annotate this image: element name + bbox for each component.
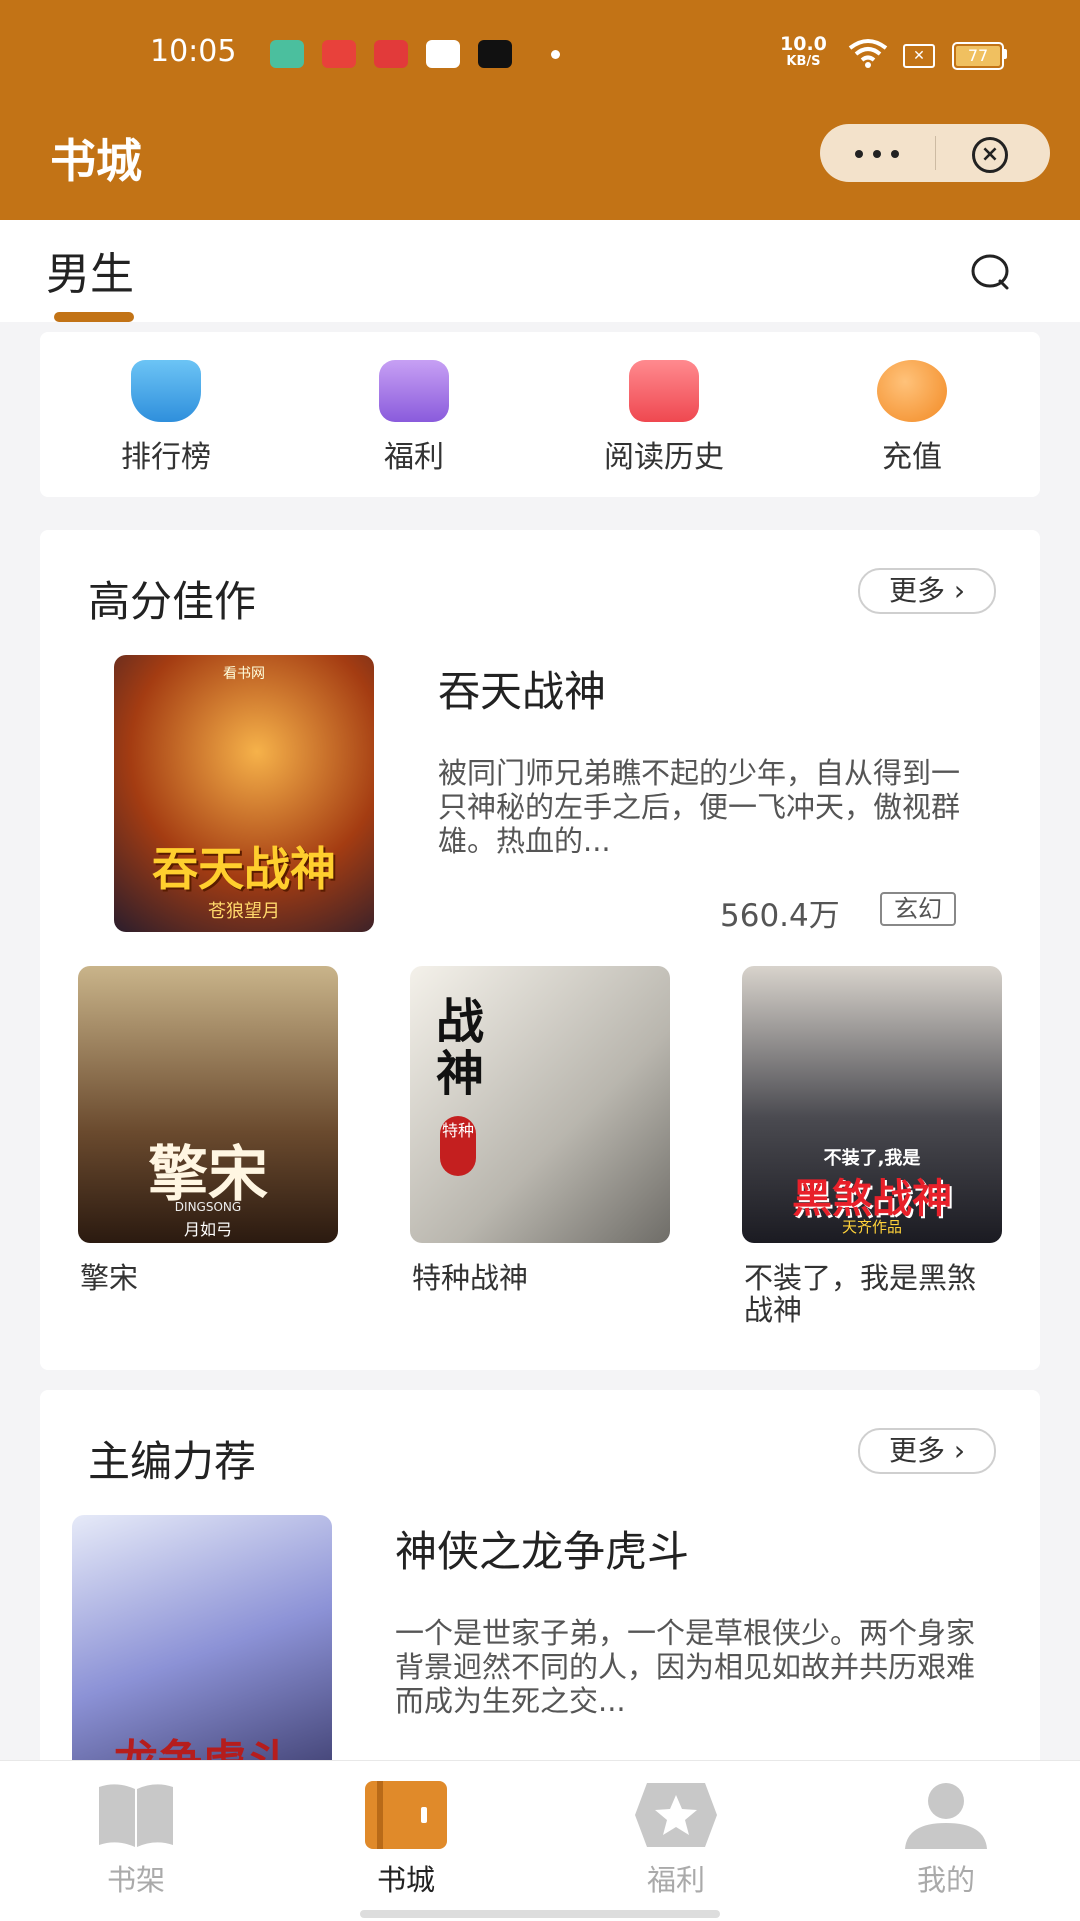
section-editor-picks: 主编力荐 更多 › 龙争虎斗 神侠之龙争虎斗 一个是世家子弟，一个是草根侠少。两… [40,1390,1040,1790]
quick-entry-panel: 排行榜 福利 阅读历史 充值 [40,332,1040,497]
battery-icon: 77 [952,42,1004,70]
book-cover[interactable]: 龙争虎斗 [72,1515,332,1790]
tab-active-indicator [54,312,134,322]
book-title[interactable]: 擎宋 [80,1262,340,1294]
quick-entry-history[interactable]: 阅读历史 [564,360,764,476]
more-notifications-dot [551,50,560,59]
section-high-score: 高分佳作 更多 › 看书网 吞天战神 苍狼望月 吞天战神 被同门师兄弟瞧不起的少… [40,530,1040,1370]
quick-entry-label: 排行榜 [121,440,211,475]
history-bag-icon [629,360,699,422]
cover-subtitle: DINGSONG [174,1200,242,1214]
nav-label: 书架 [106,1863,165,1897]
section-title: 高分佳作 [88,577,257,626]
book-tag: 玄幻 [880,892,956,926]
book-description: 一个是世家子弟，一个是草根侠少。两个身家背景迥然不同的人，因为相见如故并共历艰难… [395,1616,976,1718]
no-sim-icon: ✕ [903,44,935,68]
more-button-label: 更多 [888,574,945,607]
book-cover[interactable]: 不装了,我是 黑煞战神 天齐作品 [742,966,1002,1243]
status-time: 10:05 [150,34,237,69]
network-speed-unit: KB/S [786,54,821,69]
quick-entry-label: 充值 [882,440,942,475]
book-title[interactable]: 吞天战神 [438,658,606,719]
nav-label: 福利 [646,1863,705,1897]
nav-profile[interactable]: 我的 [846,1779,1046,1899]
network-speed: 10.0 KB/S [780,33,827,70]
nav-welfare[interactable]: 福利 [576,1779,776,1899]
more-dots-icon[interactable] [820,124,935,182]
cover-title: 战神 [436,994,485,1102]
trophy-icon [131,360,201,422]
wifi-icon [848,39,888,68]
home-indicator[interactable] [360,1910,720,1918]
book-description: 被同门师兄弟瞧不起的少年，自从得到一只神秘的左手之后，便一飞冲天，傲视群雄。热血… [438,756,961,858]
cover-author: 苍狼望月 [208,901,280,922]
cover-author: 月如弓 [183,1220,232,1239]
page-title: 书城 [50,134,142,188]
bottom-navigation: 书架 书城 福利 我的 [0,1760,1080,1921]
quick-entry-ranking[interactable]: 排行榜 [66,360,266,476]
tab-male[interactable]: 男生 [46,238,134,302]
mini-program-capsule: × [820,124,1050,182]
cover-title: 吞天战神 [152,842,336,896]
tiktok-notification-icon [478,40,512,68]
more-button[interactable]: 更多 › [858,1428,996,1474]
cover-subtitle: 特种 [440,1116,476,1176]
close-circle-icon[interactable]: × [972,137,1008,173]
welfare-star-icon [635,1783,717,1847]
book-cover[interactable]: 战神 特种 [410,966,670,1243]
book-read-count: 560.4万 [720,898,840,934]
more-button[interactable]: 更多 › [858,568,996,614]
bookshelf-icon [99,1784,173,1847]
book-title[interactable]: 神侠之龙争虎斗 [395,1518,689,1579]
book-cover[interactable]: 擎宋 DINGSONG 月如弓 [78,966,338,1243]
nav-bookshelf[interactable]: 书架 [36,1779,236,1899]
app-notification-icon [374,40,408,68]
cover-publisher: 看书网 [223,666,265,682]
quick-entry-label: 福利 [384,440,444,475]
quick-entry-label: 阅读历史 [604,440,724,475]
nav-bookstore[interactable]: 书城 [306,1779,506,1899]
bookstore-icon [365,1781,447,1849]
more-button-label: 更多 [888,1434,945,1467]
quick-entry-welfare[interactable]: 福利 [314,360,514,476]
battery-level: 77 [967,46,989,65]
coin-icon [877,360,947,422]
book-title[interactable]: 不装了，我是黑煞战神 [744,1262,1004,1326]
category-tab-bar: 男生 [0,220,1080,322]
gift-icon [379,360,449,422]
book-cover[interactable]: 看书网 吞天战神 苍狼望月 [114,655,374,932]
status-bar: 10:05 10.0 KB/S ✕ 77 [0,0,1080,110]
network-speed-value: 10.0 [780,33,827,55]
quick-entry-recharge[interactable]: 充值 [812,360,1012,476]
section-title: 主编力荐 [88,1437,257,1486]
top-bar: 10:05 10.0 KB/S ✕ 77 书城 × [0,0,1080,220]
book-title[interactable]: 特种战神 [412,1262,672,1294]
app-notification-icon [426,40,460,68]
download-notification-icon [270,40,304,68]
app-notification-icon [322,40,356,68]
nav-label: 书城 [376,1863,435,1897]
search-icon[interactable] [970,252,1010,292]
nav-label: 我的 [916,1863,975,1897]
profile-icon [905,1783,987,1849]
cover-author: 天齐作品 [841,1218,902,1236]
